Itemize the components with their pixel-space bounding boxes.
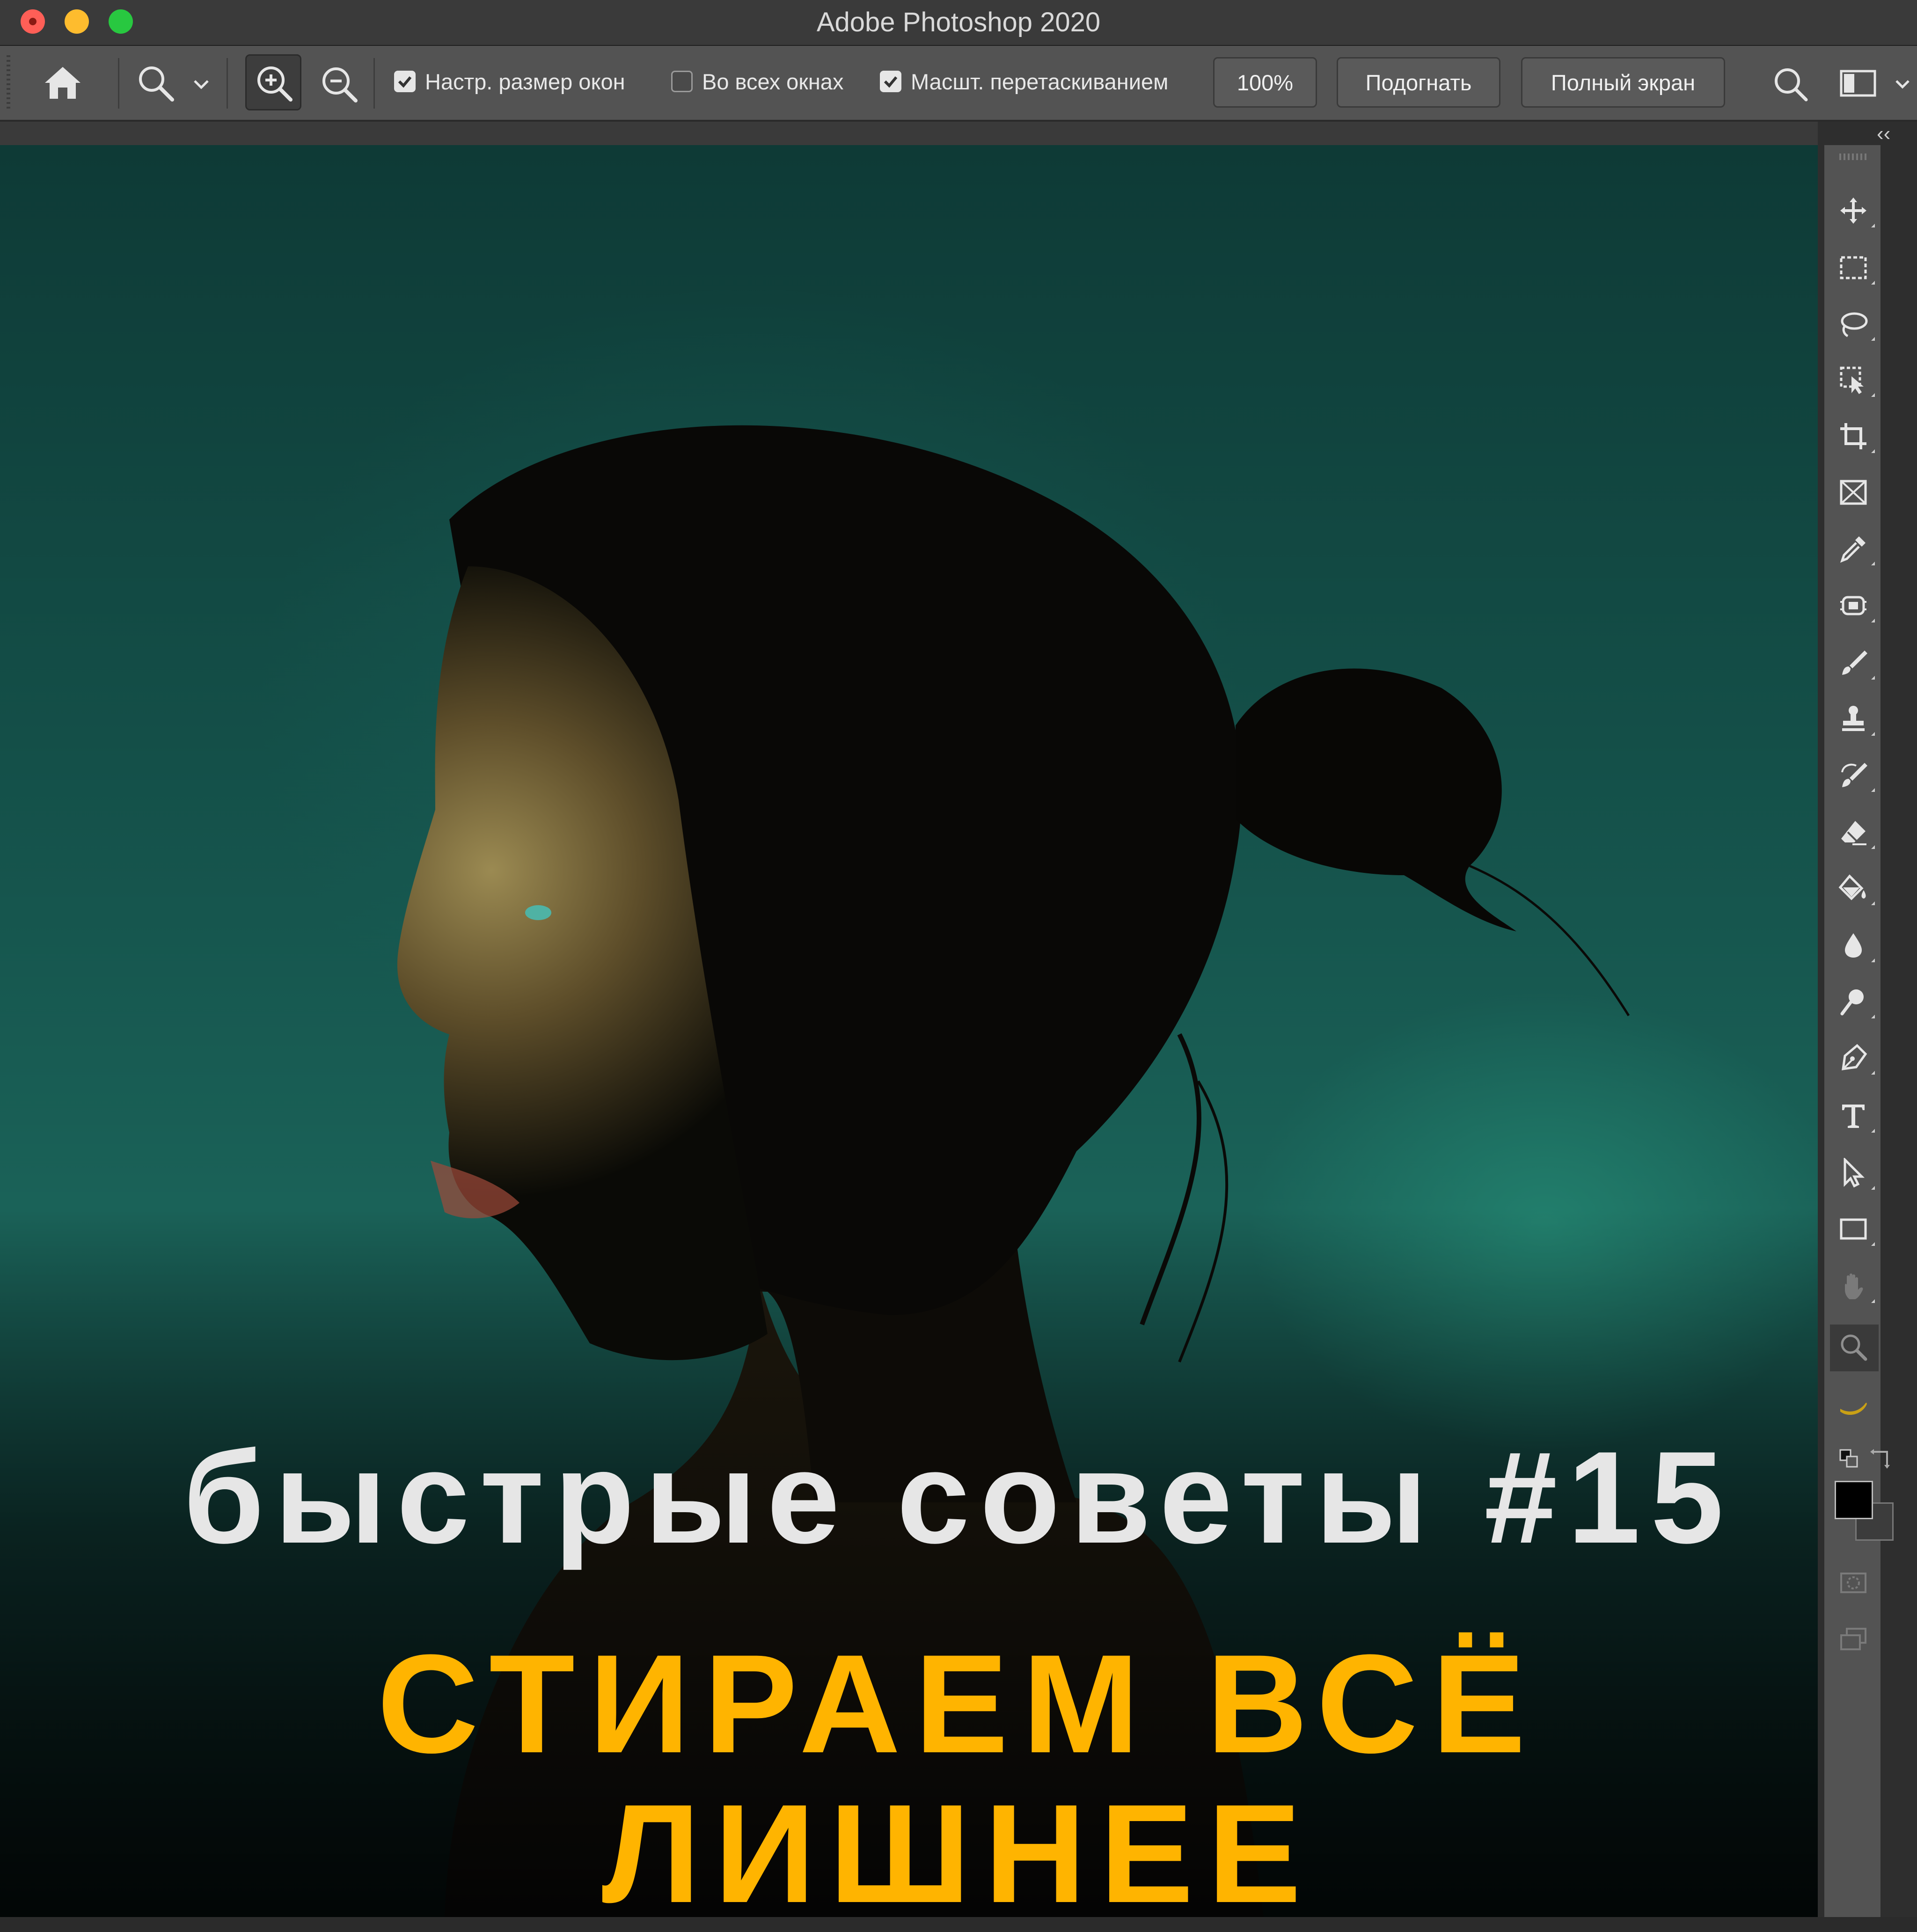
lasso-tool[interactable] [1838, 309, 1875, 341]
brush-tool[interactable] [1838, 648, 1875, 680]
separator [373, 58, 375, 109]
path-selection-icon [1844, 1158, 1865, 1188]
search-button[interactable] [1769, 63, 1811, 105]
fill-screen-button[interactable]: Полный экран [1521, 57, 1725, 108]
zoom-out-icon [322, 67, 358, 102]
foreground-color-swatch[interactable] [1835, 1481, 1873, 1519]
swap-colors-icon [1870, 1449, 1890, 1469]
title-bar: Adobe Photoshop 2020 [0, 0, 1917, 46]
stamp-icon [1842, 706, 1865, 731]
scrubby-zoom-label[interactable]: Масшт. перетаскиванием [911, 68, 1168, 96]
options-bar: Настр. размер окон Во всех окнах Масшт. … [0, 46, 1917, 122]
type-icon [1842, 1105, 1865, 1128]
dodge-tool[interactable] [1838, 987, 1875, 1018]
all-windows-label[interactable]: Во всех окнах [702, 68, 843, 96]
resize-windows-checkbox[interactable] [394, 71, 416, 92]
hand-icon [1845, 1273, 1863, 1299]
object-selection-icon [1840, 366, 1864, 394]
type-tool[interactable] [1838, 1101, 1875, 1133]
rectangle-icon [1840, 1218, 1867, 1240]
separator [227, 58, 228, 109]
search-icon [1775, 68, 1808, 102]
rectangle-tool[interactable] [1838, 1214, 1875, 1246]
eraser-icon [1841, 821, 1866, 845]
collapse-panel-button[interactable]: ‹‹ [1877, 123, 1890, 145]
zoom-100-button[interactable]: 100% [1213, 57, 1317, 108]
tools-panel-grip[interactable] [1839, 154, 1867, 160]
fit-screen-button[interactable]: Подогнать [1337, 57, 1500, 108]
swap-colors-button[interactable] [1868, 1446, 1893, 1471]
quick-mask-button[interactable] [1838, 1568, 1868, 1598]
marquee-tool[interactable] [1838, 253, 1875, 285]
zoom-icon [139, 66, 174, 102]
resize-windows-label[interactable]: Настр. размер окон [425, 68, 625, 96]
chevron-down-icon [194, 80, 209, 89]
all-windows-checkbox[interactable] [671, 71, 693, 92]
pen-tool[interactable] [1838, 1043, 1875, 1075]
paint-bucket-icon [1838, 874, 1866, 900]
crop-icon [1840, 423, 1866, 449]
options-bar-grip[interactable] [7, 55, 10, 110]
zoom-tool[interactable] [1838, 1332, 1868, 1362]
document-tab-strip [0, 122, 1821, 145]
healing-tool[interactable] [1838, 591, 1875, 622]
lasso-icon [1841, 312, 1868, 337]
banana-tool[interactable] [1838, 1389, 1868, 1419]
crop-tool[interactable] [1838, 421, 1875, 453]
zoom-icon [1841, 1334, 1867, 1361]
eyedropper-icon [1840, 536, 1866, 563]
eraser-tool[interactable] [1838, 817, 1875, 849]
move-icon [1840, 198, 1866, 224]
headline-top: быстрые советы #15 [183, 1425, 1734, 1571]
frame-tool[interactable] [1838, 477, 1868, 507]
pen-icon [1842, 1044, 1867, 1070]
zoom-in-button[interactable] [245, 54, 301, 110]
screen-mode-icon [1840, 1628, 1866, 1650]
brush-icon [1842, 651, 1867, 675]
eyedropper-tool[interactable] [1838, 534, 1875, 565]
dodge-icon [1840, 989, 1864, 1016]
checkmark-icon [398, 76, 412, 88]
path-selection-tool[interactable] [1838, 1158, 1875, 1190]
frame-icon [1840, 480, 1867, 505]
banana-icon [1840, 1403, 1867, 1415]
headline-bottom: СТИРАЕМ ВСЁ ЛИШНЕЕ [377, 1625, 1540, 1932]
blur-icon [1845, 933, 1862, 958]
workspace-button[interactable] [1835, 65, 1881, 102]
screen-mode-button[interactable] [1838, 1625, 1868, 1655]
object-selection-tool[interactable] [1838, 365, 1875, 397]
default-colors-icon [1839, 1449, 1858, 1468]
move-tool[interactable] [1838, 196, 1875, 227]
zoom-tool-preset-button[interactable] [132, 62, 179, 104]
scrubby-zoom-checkbox[interactable] [880, 71, 901, 92]
default-colors-button[interactable] [1838, 1448, 1861, 1471]
hand-tool[interactable] [1838, 1271, 1875, 1303]
separator [118, 58, 119, 109]
home-icon [45, 67, 80, 99]
checkmark-icon [884, 76, 898, 88]
zoom-in-icon [257, 66, 293, 102]
healing-icon [1840, 596, 1866, 615]
zoom-out-button[interactable] [315, 63, 362, 105]
window-title: Adobe Photoshop 2020 [816, 7, 1101, 37]
blur-tool[interactable] [1838, 930, 1875, 962]
history-brush-tool[interactable] [1838, 760, 1875, 792]
stamp-tool[interactable] [1838, 704, 1875, 736]
paint-bucket-tool[interactable] [1838, 873, 1875, 905]
history-brush-icon [1841, 763, 1867, 787]
quick-mask-icon [1840, 1573, 1866, 1593]
chevron-down-icon [1895, 80, 1910, 89]
workspace-icon [1840, 70, 1876, 97]
preset-dropdown[interactable] [187, 75, 215, 94]
marquee-icon [1840, 256, 1867, 279]
workspace-dropdown[interactable] [1891, 75, 1914, 94]
home-button[interactable] [40, 62, 85, 104]
